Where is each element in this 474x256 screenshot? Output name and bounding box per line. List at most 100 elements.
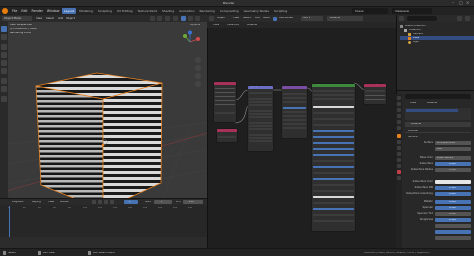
- menu-edit[interactable]: Edit: [19, 7, 29, 15]
- playhead[interactable]: [9, 206, 10, 237]
- add-cube-icon[interactable]: [1, 96, 7, 102]
- node-field[interactable]: [313, 94, 354, 96]
- base-color-field[interactable]: Wave Texture: [435, 156, 471, 160]
- outliner[interactable]: Scene Collection Collection Camera Cube …: [396, 15, 474, 90]
- subsurface-anisotropy-field[interactable]: 0.000: [435, 192, 471, 196]
- tab-sculpting[interactable]: Sculpting: [96, 8, 114, 14]
- rotate-icon[interactable]: [1, 52, 7, 58]
- new-collection-icon[interactable]: [465, 16, 470, 21]
- node-menu-add[interactable]: Add: [255, 17, 260, 20]
- annotate-icon[interactable]: [1, 78, 7, 84]
- node-field[interactable]: [313, 118, 354, 120]
- tool-tab-icon[interactable]: [397, 96, 401, 100]
- material-slots-list[interactable]: [405, 108, 471, 120]
- particles-tab-icon[interactable]: [397, 146, 401, 150]
- node-field[interactable]: [249, 98, 272, 100]
- subsurface-field[interactable]: 0.000: [435, 162, 471, 166]
- node-field[interactable]: [313, 142, 354, 144]
- node-field[interactable]: [313, 160, 354, 162]
- node-field[interactable]: [313, 130, 354, 132]
- surface-panel-header[interactable]: Surface: [405, 135, 471, 139]
- menu-window[interactable]: Window: [45, 7, 62, 15]
- scale-icon[interactable]: [1, 60, 7, 66]
- menu-render[interactable]: Render: [30, 7, 45, 15]
- zoom-icon[interactable]: [195, 57, 201, 63]
- jump-end-icon[interactable]: [110, 200, 114, 204]
- timeline-menu-view[interactable]: View: [48, 201, 54, 204]
- node-field[interactable]: [249, 101, 272, 103]
- constraints-tab-icon[interactable]: [397, 158, 401, 162]
- node-value[interactable]: Value: [217, 129, 237, 142]
- node-field[interactable]: [283, 97, 306, 99]
- node-field[interactable]: [283, 123, 306, 125]
- node-field[interactable]: [249, 128, 272, 130]
- property-field[interactable]: [435, 230, 471, 234]
- end-frame-field[interactable]: 250: [183, 200, 203, 204]
- node-field[interactable]: [313, 136, 354, 138]
- roughness-field[interactable]: 0.500: [435, 218, 471, 222]
- node-field[interactable]: [249, 113, 272, 115]
- xray-icon[interactable]: [173, 16, 178, 21]
- properties-editor[interactable]: Cube Material Material Preview Surface S…: [396, 90, 474, 248]
- node-field[interactable]: [283, 119, 306, 121]
- viewport-menu-object[interactable]: Object: [66, 17, 75, 20]
- node-field[interactable]: [249, 104, 272, 106]
- node-field[interactable]: [249, 137, 272, 139]
- navigation-gizmo[interactable]: [178, 30, 202, 54]
- material-tab-icon[interactable]: [397, 170, 401, 174]
- node-menu-select[interactable]: Select: [243, 17, 251, 20]
- scene-tab-icon[interactable]: [397, 120, 401, 124]
- node-field[interactable]: [218, 136, 236, 138]
- viewport-menu-view[interactable]: View: [36, 17, 42, 20]
- node-field[interactable]: [283, 115, 306, 117]
- viewport-menu-add[interactable]: Add: [58, 17, 63, 20]
- node-principled-bsdf[interactable]: Principled BSDF: [312, 84, 355, 231]
- editor-type-icon[interactable]: [209, 16, 214, 21]
- camera-view-icon[interactable]: [195, 73, 201, 79]
- node-field[interactable]: [313, 112, 354, 114]
- tab-uv-editing[interactable]: UV Editing: [115, 8, 135, 14]
- tab-compositing[interactable]: Compositing: [218, 8, 241, 14]
- shading-solid-icon[interactable]: [181, 16, 186, 21]
- preview-panel-header[interactable]: Preview: [405, 129, 471, 133]
- tab-geometry-nodes[interactable]: Geometry Nodes: [242, 8, 271, 14]
- node-field[interactable]: [313, 90, 354, 92]
- tab-modeling[interactable]: Modeling: [77, 8, 95, 14]
- tab-texture-paint[interactable]: Texture Paint: [136, 8, 159, 14]
- node-socket-row[interactable]: [365, 94, 385, 96]
- tree-row[interactable]: Light: [400, 40, 474, 44]
- node-field[interactable]: [313, 166, 354, 168]
- data-tab-icon[interactable]: [397, 164, 401, 168]
- specular-tint-field[interactable]: 0.000: [435, 212, 471, 216]
- jump-start-icon[interactable]: [92, 200, 96, 204]
- timeline-menu-keying[interactable]: Keying: [32, 201, 41, 204]
- modifier-tab-icon[interactable]: [397, 140, 401, 144]
- gizmo-z-icon[interactable]: [188, 30, 192, 35]
- gizmo-x-icon[interactable]: [196, 37, 200, 41]
- scene-selector[interactable]: Scene: [352, 8, 388, 14]
- node-socket-row[interactable]: [365, 98, 385, 100]
- world-tab-icon[interactable]: [397, 126, 401, 130]
- node-field[interactable]: [283, 93, 306, 95]
- snap-icon[interactable]: [157, 16, 162, 21]
- node-field[interactable]: [313, 106, 354, 108]
- node-field[interactable]: [283, 101, 306, 103]
- shading-material-icon[interactable]: [188, 16, 193, 21]
- viewport-menu-select[interactable]: Select: [46, 17, 54, 20]
- node-socket-row[interactable]: [215, 99, 235, 101]
- gizmo-y-icon[interactable]: [183, 34, 187, 38]
- property-field[interactable]: [435, 224, 471, 228]
- slot-selector[interactable]: Slot 1: [301, 16, 323, 21]
- texture-tab-icon[interactable]: [397, 176, 401, 180]
- subsurface-radius-field[interactable]: 1.000: [435, 168, 471, 172]
- node-wave-texture[interactable]: Wave Texture: [282, 86, 307, 138]
- close-icon[interactable]: ×: [466, 1, 469, 5]
- node-field[interactable]: [283, 127, 306, 129]
- node-field[interactable]: [249, 92, 272, 94]
- timeline-menu-playback[interactable]: Playback: [12, 201, 24, 204]
- tab-shading[interactable]: Shading: [160, 8, 176, 14]
- global-orientation-icon[interactable]: [150, 16, 155, 21]
- current-frame-field[interactable]: 1: [124, 200, 138, 204]
- mode-selector[interactable]: Object Mode: [2, 16, 32, 21]
- node-mapping[interactable]: Mapping: [248, 86, 273, 151]
